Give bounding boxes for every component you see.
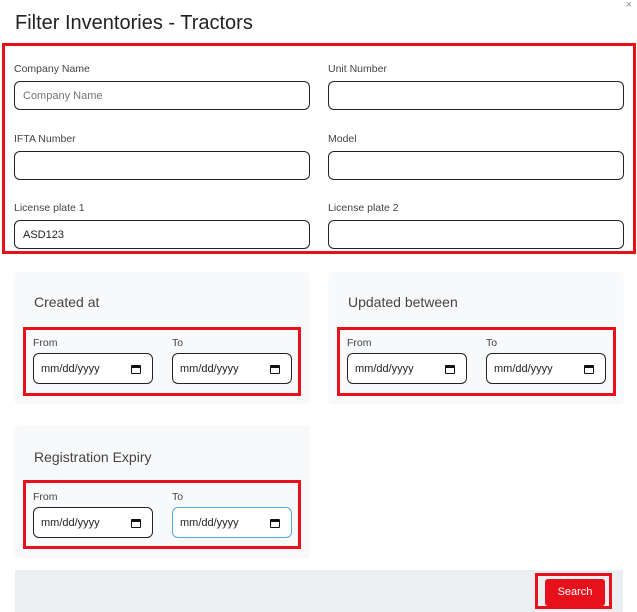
ifta-number-input[interactable]	[14, 151, 310, 180]
registration-expiry-to-date-input[interactable]: mm/dd/yyyy	[172, 507, 292, 538]
created-at-to-date-input[interactable]: mm/dd/yyyy	[172, 353, 292, 384]
calendar-icon[interactable]	[583, 363, 595, 375]
updated-between-to-label: To	[486, 337, 498, 349]
license-plate-2-label: License plate 2	[328, 202, 399, 214]
calendar-icon[interactable]	[130, 517, 142, 529]
search-button[interactable]: Search	[545, 579, 605, 606]
model-group: Model	[328, 133, 624, 180]
updated-between-from-value: mm/dd/yyyy	[355, 362, 414, 375]
ifta-number-group: IFTA Number	[14, 133, 310, 180]
license-plate-2-group: License plate 2	[328, 202, 624, 249]
company-name-group: Company Name	[14, 63, 310, 110]
unit-number-label: Unit Number	[328, 63, 387, 75]
dialog-footer	[15, 570, 623, 612]
updated-between-to-value: mm/dd/yyyy	[494, 362, 553, 375]
registration-expiry-from-date-input[interactable]: mm/dd/yyyy	[33, 507, 153, 538]
registration-expiry-to-value: mm/dd/yyyy	[180, 516, 239, 529]
license-plate-1-input[interactable]	[14, 220, 310, 249]
updated-between-from-date-input[interactable]: mm/dd/yyyy	[347, 353, 467, 384]
calendar-icon[interactable]	[269, 517, 281, 529]
unit-number-input[interactable]	[328, 81, 624, 110]
created-at-from-label: From	[33, 337, 58, 349]
created-at-to-value: mm/dd/yyyy	[180, 362, 239, 375]
registration-expiry-from-label: From	[33, 491, 58, 503]
company-name-input[interactable]	[14, 81, 310, 110]
registration-expiry-title: Registration Expiry	[34, 449, 152, 465]
updated-between-from-label: From	[347, 337, 372, 349]
model-label: Model	[328, 133, 357, 145]
updated-between-title: Updated between	[348, 294, 458, 310]
created-at-from-date-input[interactable]: mm/dd/yyyy	[33, 353, 153, 384]
license-plate-2-input[interactable]	[328, 220, 624, 249]
license-plate-1-group: License plate 1	[14, 202, 310, 249]
created-at-title: Created at	[34, 294, 100, 310]
close-icon[interactable]: ×	[626, 0, 632, 11]
model-input[interactable]	[328, 151, 624, 180]
dialog-title: Filter Inventories - Tractors	[15, 12, 253, 34]
license-plate-1-label: License plate 1	[14, 202, 85, 214]
created-at-to-label: To	[172, 337, 184, 349]
ifta-number-label: IFTA Number	[14, 133, 76, 145]
registration-expiry-to-label: To	[172, 491, 184, 503]
updated-between-to-date-input[interactable]: mm/dd/yyyy	[486, 353, 606, 384]
calendar-icon[interactable]	[269, 363, 281, 375]
calendar-icon[interactable]	[444, 363, 456, 375]
unit-number-group: Unit Number	[328, 63, 624, 110]
company-name-label: Company Name	[14, 63, 90, 75]
calendar-icon[interactable]	[130, 363, 142, 375]
created-at-from-value: mm/dd/yyyy	[41, 362, 100, 375]
registration-expiry-from-value: mm/dd/yyyy	[41, 516, 100, 529]
